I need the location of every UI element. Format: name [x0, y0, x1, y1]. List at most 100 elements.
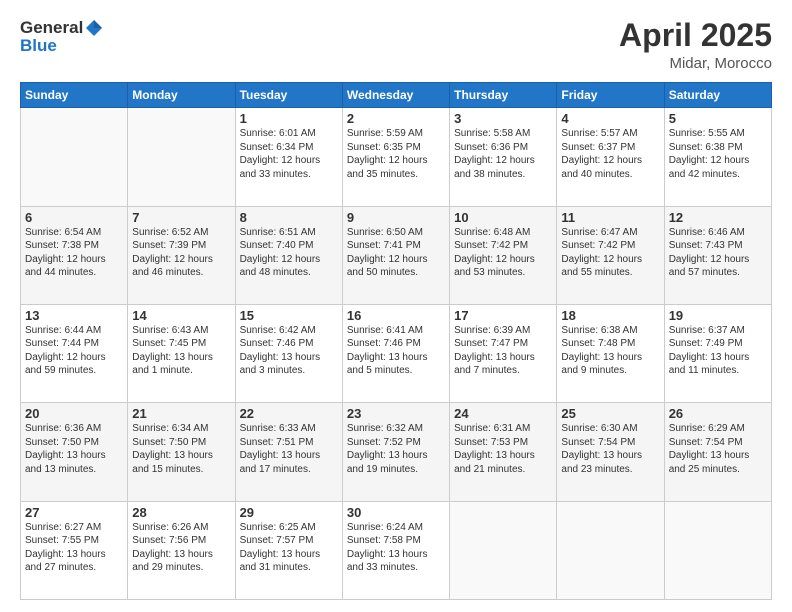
day-number: 5 [669, 111, 767, 126]
day-info: Sunrise: 5:59 AM Sunset: 6:35 PM Dayligh… [347, 127, 445, 181]
day-info: Sunrise: 6:41 AM Sunset: 7:46 PM Dayligh… [347, 324, 445, 378]
day-number: 3 [454, 111, 552, 126]
weekday-header-friday: Friday [557, 83, 664, 108]
calendar-cell: 3Sunrise: 5:58 AM Sunset: 6:36 PM Daylig… [450, 108, 557, 206]
calendar-cell [450, 501, 557, 599]
calendar-cell: 13Sunrise: 6:44 AM Sunset: 7:44 PM Dayli… [21, 304, 128, 402]
header: General Blue April 2025 Midar, Morocco [20, 18, 772, 72]
day-info: Sunrise: 6:30 AM Sunset: 7:54 PM Dayligh… [561, 422, 659, 476]
calendar-cell: 26Sunrise: 6:29 AM Sunset: 7:54 PM Dayli… [664, 403, 771, 501]
weekday-header-saturday: Saturday [664, 83, 771, 108]
day-number: 7 [132, 210, 230, 225]
calendar-cell: 1Sunrise: 6:01 AM Sunset: 6:34 PM Daylig… [235, 108, 342, 206]
day-number: 10 [454, 210, 552, 225]
calendar-cell: 29Sunrise: 6:25 AM Sunset: 7:57 PM Dayli… [235, 501, 342, 599]
day-number: 8 [240, 210, 338, 225]
calendar-week-row: 1Sunrise: 6:01 AM Sunset: 6:34 PM Daylig… [21, 108, 772, 206]
calendar-week-row: 6Sunrise: 6:54 AM Sunset: 7:38 PM Daylig… [21, 206, 772, 304]
day-number: 30 [347, 505, 445, 520]
day-number: 12 [669, 210, 767, 225]
day-info: Sunrise: 6:54 AM Sunset: 7:38 PM Dayligh… [25, 226, 123, 280]
calendar-cell: 23Sunrise: 6:32 AM Sunset: 7:52 PM Dayli… [342, 403, 449, 501]
location: Midar, Morocco [619, 55, 772, 72]
calendar-cell: 8Sunrise: 6:51 AM Sunset: 7:40 PM Daylig… [235, 206, 342, 304]
day-number: 16 [347, 308, 445, 323]
day-number: 6 [25, 210, 123, 225]
title-block: April 2025 Midar, Morocco [619, 18, 772, 72]
day-number: 28 [132, 505, 230, 520]
weekday-header-wednesday: Wednesday [342, 83, 449, 108]
page: General Blue April 2025 Midar, Morocco S… [0, 0, 792, 612]
weekday-header-sunday: Sunday [21, 83, 128, 108]
logo-blue-text: Blue [20, 36, 104, 56]
day-info: Sunrise: 6:01 AM Sunset: 6:34 PM Dayligh… [240, 127, 338, 181]
weekday-header-thursday: Thursday [450, 83, 557, 108]
calendar-week-row: 20Sunrise: 6:36 AM Sunset: 7:50 PM Dayli… [21, 403, 772, 501]
day-info: Sunrise: 6:37 AM Sunset: 7:49 PM Dayligh… [669, 324, 767, 378]
calendar-cell: 2Sunrise: 5:59 AM Sunset: 6:35 PM Daylig… [342, 108, 449, 206]
calendar-cell: 24Sunrise: 6:31 AM Sunset: 7:53 PM Dayli… [450, 403, 557, 501]
calendar-cell: 17Sunrise: 6:39 AM Sunset: 7:47 PM Dayli… [450, 304, 557, 402]
day-number: 26 [669, 406, 767, 421]
calendar-cell: 21Sunrise: 6:34 AM Sunset: 7:50 PM Dayli… [128, 403, 235, 501]
day-info: Sunrise: 6:44 AM Sunset: 7:44 PM Dayligh… [25, 324, 123, 378]
calendar-week-row: 27Sunrise: 6:27 AM Sunset: 7:55 PM Dayli… [21, 501, 772, 599]
day-number: 25 [561, 406, 659, 421]
day-number: 1 [240, 111, 338, 126]
day-number: 13 [25, 308, 123, 323]
calendar-cell: 14Sunrise: 6:43 AM Sunset: 7:45 PM Dayli… [128, 304, 235, 402]
day-number: 21 [132, 406, 230, 421]
calendar-cell [128, 108, 235, 206]
calendar-table: SundayMondayTuesdayWednesdayThursdayFrid… [20, 82, 772, 600]
day-info: Sunrise: 6:36 AM Sunset: 7:50 PM Dayligh… [25, 422, 123, 476]
calendar-cell: 11Sunrise: 6:47 AM Sunset: 7:42 PM Dayli… [557, 206, 664, 304]
calendar-cell [21, 108, 128, 206]
calendar-cell: 7Sunrise: 6:52 AM Sunset: 7:39 PM Daylig… [128, 206, 235, 304]
day-info: Sunrise: 6:34 AM Sunset: 7:50 PM Dayligh… [132, 422, 230, 476]
day-number: 24 [454, 406, 552, 421]
calendar-cell: 5Sunrise: 5:55 AM Sunset: 6:38 PM Daylig… [664, 108, 771, 206]
calendar-cell: 22Sunrise: 6:33 AM Sunset: 7:51 PM Dayli… [235, 403, 342, 501]
day-info: Sunrise: 5:58 AM Sunset: 6:36 PM Dayligh… [454, 127, 552, 181]
day-info: Sunrise: 6:42 AM Sunset: 7:46 PM Dayligh… [240, 324, 338, 378]
calendar-cell [664, 501, 771, 599]
day-info: Sunrise: 6:51 AM Sunset: 7:40 PM Dayligh… [240, 226, 338, 280]
day-info: Sunrise: 6:47 AM Sunset: 7:42 PM Dayligh… [561, 226, 659, 280]
day-info: Sunrise: 6:48 AM Sunset: 7:42 PM Dayligh… [454, 226, 552, 280]
logo-icon [84, 18, 104, 38]
day-number: 2 [347, 111, 445, 126]
day-number: 23 [347, 406, 445, 421]
day-info: Sunrise: 6:50 AM Sunset: 7:41 PM Dayligh… [347, 226, 445, 280]
calendar-cell: 4Sunrise: 5:57 AM Sunset: 6:37 PM Daylig… [557, 108, 664, 206]
day-number: 18 [561, 308, 659, 323]
day-number: 11 [561, 210, 659, 225]
calendar-cell: 9Sunrise: 6:50 AM Sunset: 7:41 PM Daylig… [342, 206, 449, 304]
day-info: Sunrise: 6:43 AM Sunset: 7:45 PM Dayligh… [132, 324, 230, 378]
day-number: 15 [240, 308, 338, 323]
calendar-cell: 19Sunrise: 6:37 AM Sunset: 7:49 PM Dayli… [664, 304, 771, 402]
day-info: Sunrise: 6:33 AM Sunset: 7:51 PM Dayligh… [240, 422, 338, 476]
day-info: Sunrise: 6:39 AM Sunset: 7:47 PM Dayligh… [454, 324, 552, 378]
day-info: Sunrise: 6:25 AM Sunset: 7:57 PM Dayligh… [240, 521, 338, 575]
calendar-cell: 30Sunrise: 6:24 AM Sunset: 7:58 PM Dayli… [342, 501, 449, 599]
calendar-cell: 10Sunrise: 6:48 AM Sunset: 7:42 PM Dayli… [450, 206, 557, 304]
calendar-week-row: 13Sunrise: 6:44 AM Sunset: 7:44 PM Dayli… [21, 304, 772, 402]
calendar-cell: 25Sunrise: 6:30 AM Sunset: 7:54 PM Dayli… [557, 403, 664, 501]
day-number: 14 [132, 308, 230, 323]
calendar-cell: 18Sunrise: 6:38 AM Sunset: 7:48 PM Dayli… [557, 304, 664, 402]
day-number: 19 [669, 308, 767, 323]
calendar-cell [557, 501, 664, 599]
logo-general-text: General [20, 18, 83, 38]
day-info: Sunrise: 6:52 AM Sunset: 7:39 PM Dayligh… [132, 226, 230, 280]
day-info: Sunrise: 6:32 AM Sunset: 7:52 PM Dayligh… [347, 422, 445, 476]
day-info: Sunrise: 6:26 AM Sunset: 7:56 PM Dayligh… [132, 521, 230, 575]
day-number: 17 [454, 308, 552, 323]
calendar-cell: 12Sunrise: 6:46 AM Sunset: 7:43 PM Dayli… [664, 206, 771, 304]
day-info: Sunrise: 5:55 AM Sunset: 6:38 PM Dayligh… [669, 127, 767, 181]
calendar-cell: 20Sunrise: 6:36 AM Sunset: 7:50 PM Dayli… [21, 403, 128, 501]
day-number: 20 [25, 406, 123, 421]
day-number: 9 [347, 210, 445, 225]
day-info: Sunrise: 5:57 AM Sunset: 6:37 PM Dayligh… [561, 127, 659, 181]
day-info: Sunrise: 6:27 AM Sunset: 7:55 PM Dayligh… [25, 521, 123, 575]
day-info: Sunrise: 6:46 AM Sunset: 7:43 PM Dayligh… [669, 226, 767, 280]
